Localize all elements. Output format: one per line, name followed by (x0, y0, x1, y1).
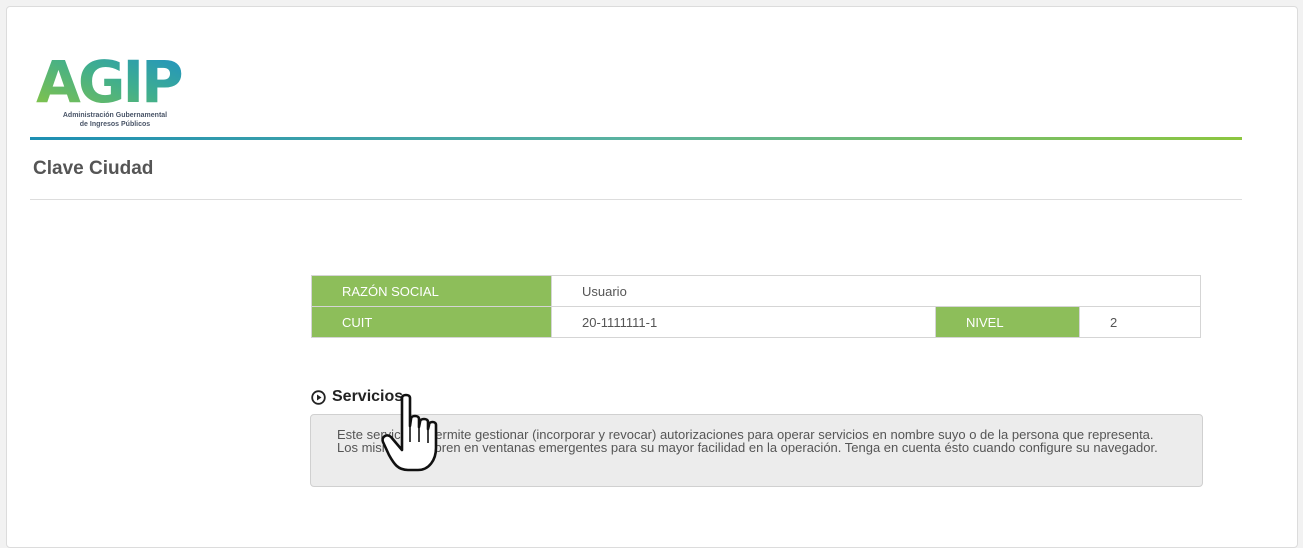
user-info-table: RAZÓN SOCIAL Usuario CUIT 20-1111111-1 N… (311, 275, 1201, 338)
nivel-label: NIVEL (935, 306, 1080, 338)
logo-subtitle-line1: Administración Gubernamental (62, 112, 168, 119)
razon-social-value: Usuario (551, 275, 1201, 307)
services-description-box: Este servicio le permite gestionar (inco… (310, 414, 1203, 487)
cuit-label: CUIT (311, 306, 552, 338)
table-row: RAZÓN SOCIAL Usuario (311, 275, 1201, 307)
agip-logo-mark: AGIP (36, 48, 185, 116)
table-row: CUIT 20-1111111-1 NIVEL 2 (311, 306, 1201, 338)
nivel-value: 2 (1079, 306, 1201, 338)
logo-subtitle-line2: de Ingresos Públicos (79, 121, 151, 128)
razon-social-label: RAZÓN SOCIAL (311, 275, 552, 307)
services-description: Este servicio le permite gestionar (inco… (337, 427, 1158, 455)
title-divider (30, 199, 1242, 200)
agip-logo[interactable]: AGIP Administración Gubernamental de Ing… (30, 42, 200, 137)
cuit-value: 20-1111111-1 (551, 306, 936, 338)
hand-pointer-cursor-icon (381, 393, 438, 472)
page-title: Clave Ciudad (33, 158, 154, 179)
logo-wordmark: AGIP (36, 48, 182, 112)
header-accent-line (30, 137, 1242, 140)
play-circle-icon (311, 389, 326, 405)
